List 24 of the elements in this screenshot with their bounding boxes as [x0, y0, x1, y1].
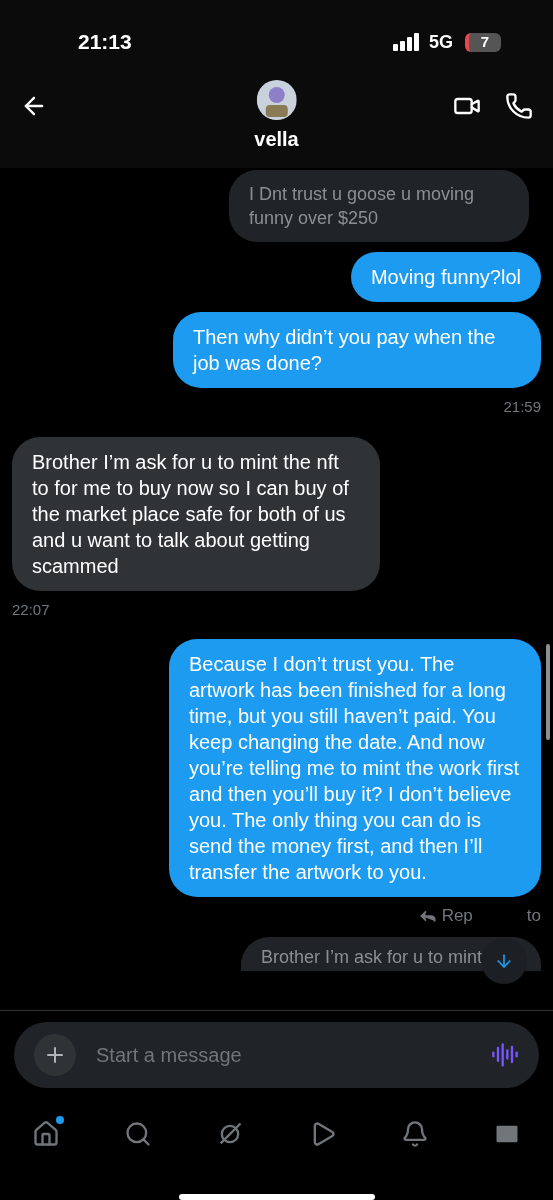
clock-time: 21:13: [78, 29, 132, 56]
contact-name: vella: [254, 127, 299, 152]
message-bubble: I Dnt trust u goose u moving funny over $250: [229, 170, 529, 242]
reply-label: Rep: [441, 905, 473, 927]
scroll-down-button[interactable]: [481, 938, 527, 984]
message-time: 21:59: [503, 397, 541, 417]
message-time: 22:07: [12, 599, 50, 620]
message-bubble: Because I don’t trust you. The artwork has been finished for a long time, but you still haven’t paid. You keep changing the date. And now you’re telling me to mint the work first and then you’ll buy it? I don’t believe you. The only thing you can do is send the money first, and then I’ll transfer the artwork to you.: [169, 639, 541, 897]
add-button[interactable]: [34, 1034, 76, 1076]
phone-call-button[interactable]: [505, 92, 533, 120]
signal-icon: [393, 33, 421, 51]
home-icon[interactable]: [32, 1120, 60, 1148]
search-icon[interactable]: [124, 1120, 153, 1148]
voice-icon[interactable]: [491, 1041, 519, 1069]
bell-icon[interactable]: [400, 1120, 429, 1148]
avatar: [256, 80, 297, 120]
reply-label: to: [526, 905, 541, 927]
message-field[interactable]: Start a message: [14, 1022, 539, 1088]
message-bubble: Moving funny?lol: [350, 252, 541, 302]
message-input[interactable]: Start a message: [96, 1040, 471, 1070]
network-label: 5G: [429, 30, 453, 54]
battery-indicator: 7: [465, 32, 501, 52]
message-bubble: Then why didn’t you pay when the job was done?: [173, 312, 541, 388]
message-bubble: Brother I’m ask for u to mint the nft to for me to buy now so I can buy of the market place safe for both of us and u want to talk about getting scammed: [12, 436, 380, 591]
